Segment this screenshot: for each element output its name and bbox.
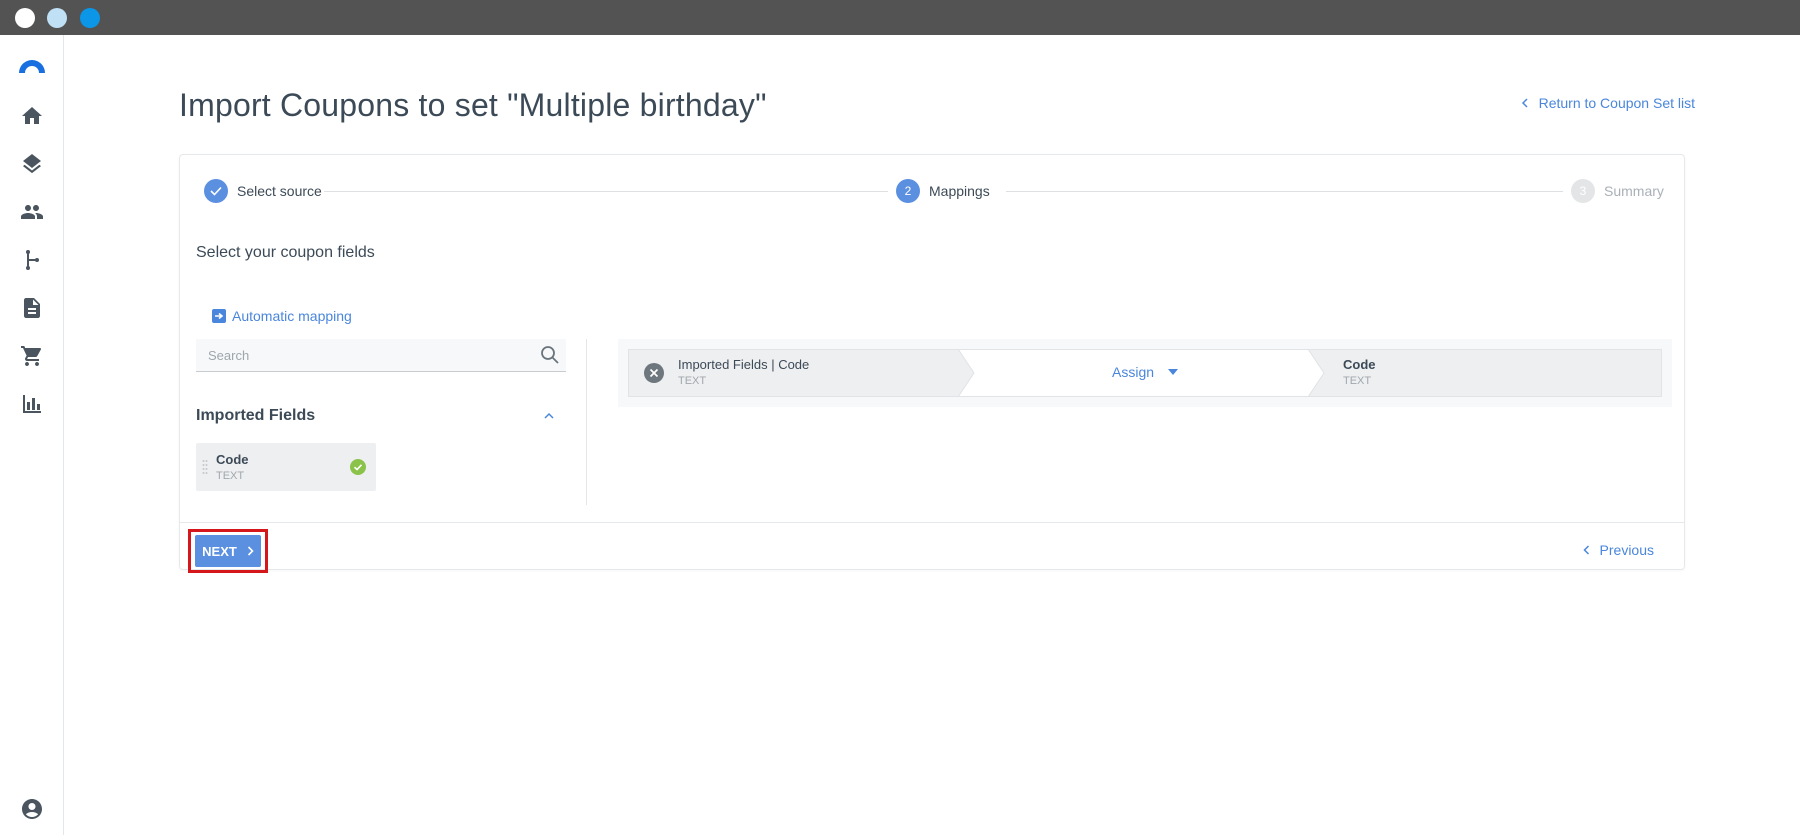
return-link-label: Return to Coupon Set list: [1538, 95, 1695, 111]
imported-field-chip[interactable]: Code TEXT: [196, 443, 376, 491]
page-title: Import Coupons to set "Multiple birthday…: [179, 87, 767, 123]
footer-divider: [180, 522, 1684, 523]
check-icon: [204, 179, 228, 203]
search-icon[interactable]: [540, 345, 560, 365]
brand-logo-icon[interactable]: [17, 57, 47, 73]
search-input[interactable]: [196, 339, 526, 371]
main-content: Import Coupons to set "Multiple birthday…: [64, 35, 1800, 835]
caret-down-icon: [1168, 369, 1179, 375]
bar-chart-icon[interactable]: [20, 392, 44, 416]
automatic-mapping-label: Automatic mapping: [232, 308, 352, 324]
step-mappings[interactable]: 2 Mappings: [888, 179, 998, 203]
step-label: Select source: [237, 183, 322, 199]
imported-fields-title: Imported Fields: [196, 407, 316, 424]
next-label: NEXT: [202, 543, 237, 559]
window-close-button[interactable]: [15, 8, 35, 28]
arrow-right-box-icon: [212, 309, 226, 323]
sidebar: [0, 35, 64, 835]
chevron-left-icon: [1582, 545, 1589, 555]
target-field-type: TEXT: [1343, 375, 1372, 387]
window-titlebar: [0, 0, 1800, 35]
automatic-mapping-link[interactable]: Automatic mapping: [212, 308, 352, 324]
mapping-row: Imported Fields | Code TEXT Assign Code …: [628, 349, 1662, 397]
step-connector: [1006, 191, 1563, 192]
step-label: Mappings: [929, 183, 990, 199]
step-number: 2: [896, 179, 920, 203]
arrow-separator: [958, 349, 988, 397]
chevron-right-icon: [247, 546, 254, 556]
check-circle-icon: [350, 459, 366, 475]
assign-dropdown[interactable]: Assign: [1112, 364, 1179, 380]
assign-label: Assign: [1112, 364, 1155, 380]
document-icon[interactable]: [20, 296, 44, 320]
next-button[interactable]: NEXT: [195, 535, 261, 567]
window-maximize-button[interactable]: [80, 8, 100, 28]
step-connector: [324, 191, 896, 192]
account-icon[interactable]: [20, 797, 44, 821]
arrow-separator: [1308, 349, 1338, 397]
target-field-name: Code: [1343, 357, 1376, 372]
step-number: 3: [1571, 179, 1595, 203]
window-minimize-button[interactable]: [47, 8, 67, 28]
return-to-list-link[interactable]: Return to Coupon Set list: [1521, 95, 1695, 111]
search-field: [196, 339, 566, 372]
chevron-left-icon: [1521, 98, 1528, 108]
mapping-area: Imported Fields | Code TEXT Assign Code …: [618, 339, 1672, 407]
step-label: Summary: [1604, 183, 1664, 199]
home-icon[interactable]: [20, 104, 44, 128]
drag-handle-icon[interactable]: [202, 459, 208, 475]
chevron-up-icon[interactable]: [542, 411, 556, 421]
layers-icon[interactable]: [20, 152, 44, 176]
field-name: Code: [216, 452, 249, 467]
cart-icon[interactable]: [20, 344, 44, 368]
remove-mapping-icon[interactable]: [644, 363, 664, 383]
stepper: Select source 2 Mappings 3 Summary: [204, 179, 1664, 203]
previous-link[interactable]: Previous: [1582, 542, 1654, 558]
field-type: TEXT: [216, 470, 245, 482]
source-field-type: TEXT: [678, 375, 707, 387]
step-summary[interactable]: 3 Summary: [1563, 179, 1664, 203]
section-title: Select your coupon fields: [196, 244, 375, 261]
people-icon[interactable]: [20, 200, 44, 224]
source-field-name: Imported Fields | Code: [678, 357, 810, 372]
branch-icon[interactable]: [20, 248, 44, 272]
step-select-source[interactable]: Select source: [204, 179, 322, 203]
import-wizard-card: Select source 2 Mappings 3 Summary Selec…: [179, 154, 1685, 573]
previous-label: Previous: [1599, 542, 1654, 558]
panel-divider: [586, 339, 587, 505]
